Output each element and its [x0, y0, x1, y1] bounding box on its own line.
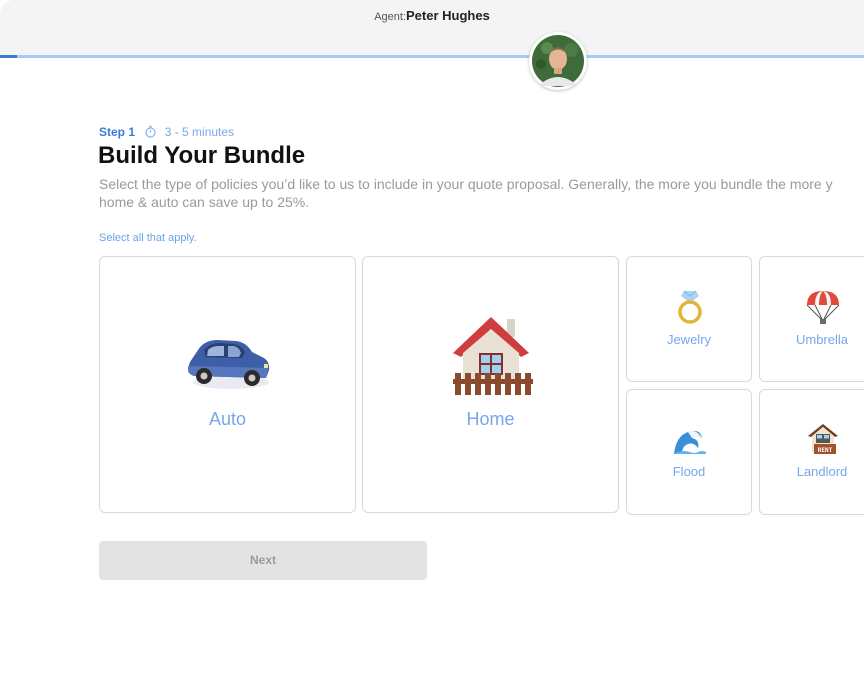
page-title: Build Your Bundle [98, 142, 306, 169]
stopwatch-icon [144, 125, 157, 141]
house-icon [453, 317, 533, 395]
option-card-auto[interactable]: Auto [99, 256, 356, 513]
page: Agent:Peter Hughes Step 1 3 - 5 minutes [0, 0, 864, 684]
page-description: Select the type of policies you’d like t… [99, 175, 864, 211]
agent-name: Peter Hughes [406, 8, 490, 23]
option-card-landlord[interactable]: RENT Landlord [759, 389, 864, 515]
option-label-flood: Flood [672, 464, 706, 479]
option-card-jewelry[interactable]: Jewelry [626, 256, 752, 382]
step-indicator: Step 1 3 - 5 minutes [99, 125, 234, 141]
option-label-auto: Auto [208, 409, 247, 429]
progress-fill [0, 55, 17, 58]
step-label: Step 1 [99, 125, 136, 139]
description-line-1: Select the type of policies you’d like t… [99, 176, 833, 192]
option-label-umbrella: Umbrella [795, 332, 848, 347]
wave-icon [674, 430, 706, 454]
step-duration: 3 - 5 minutes [164, 125, 235, 139]
option-label-home: Home [466, 409, 515, 429]
car-icon [188, 340, 270, 389]
progress-track [0, 55, 864, 58]
avatar [529, 32, 587, 90]
option-card-umbrella[interactable]: Umbrella [759, 256, 864, 382]
selection-instruction: Select all that apply. [99, 232, 197, 244]
parachute-icon [806, 291, 840, 324]
top-bar: Agent:Peter Hughes [0, 0, 864, 57]
option-card-flood[interactable]: Flood [626, 389, 752, 515]
next-button[interactable]: Next [99, 541, 427, 580]
ring-icon [678, 290, 702, 324]
agent-label: Agent: [374, 11, 406, 23]
description-line-2: home & auto can save up to 25%. [99, 194, 310, 210]
option-card-home[interactable]: Home [362, 256, 619, 513]
svg-text:RENT: RENT [818, 447, 833, 454]
rent-house-icon: RENT [808, 424, 838, 454]
option-label-jewelry: Jewelry [666, 332, 712, 347]
option-label-landlord: Landlord [796, 464, 848, 479]
agent-info: Agent:Peter Hughes [0, 8, 864, 23]
